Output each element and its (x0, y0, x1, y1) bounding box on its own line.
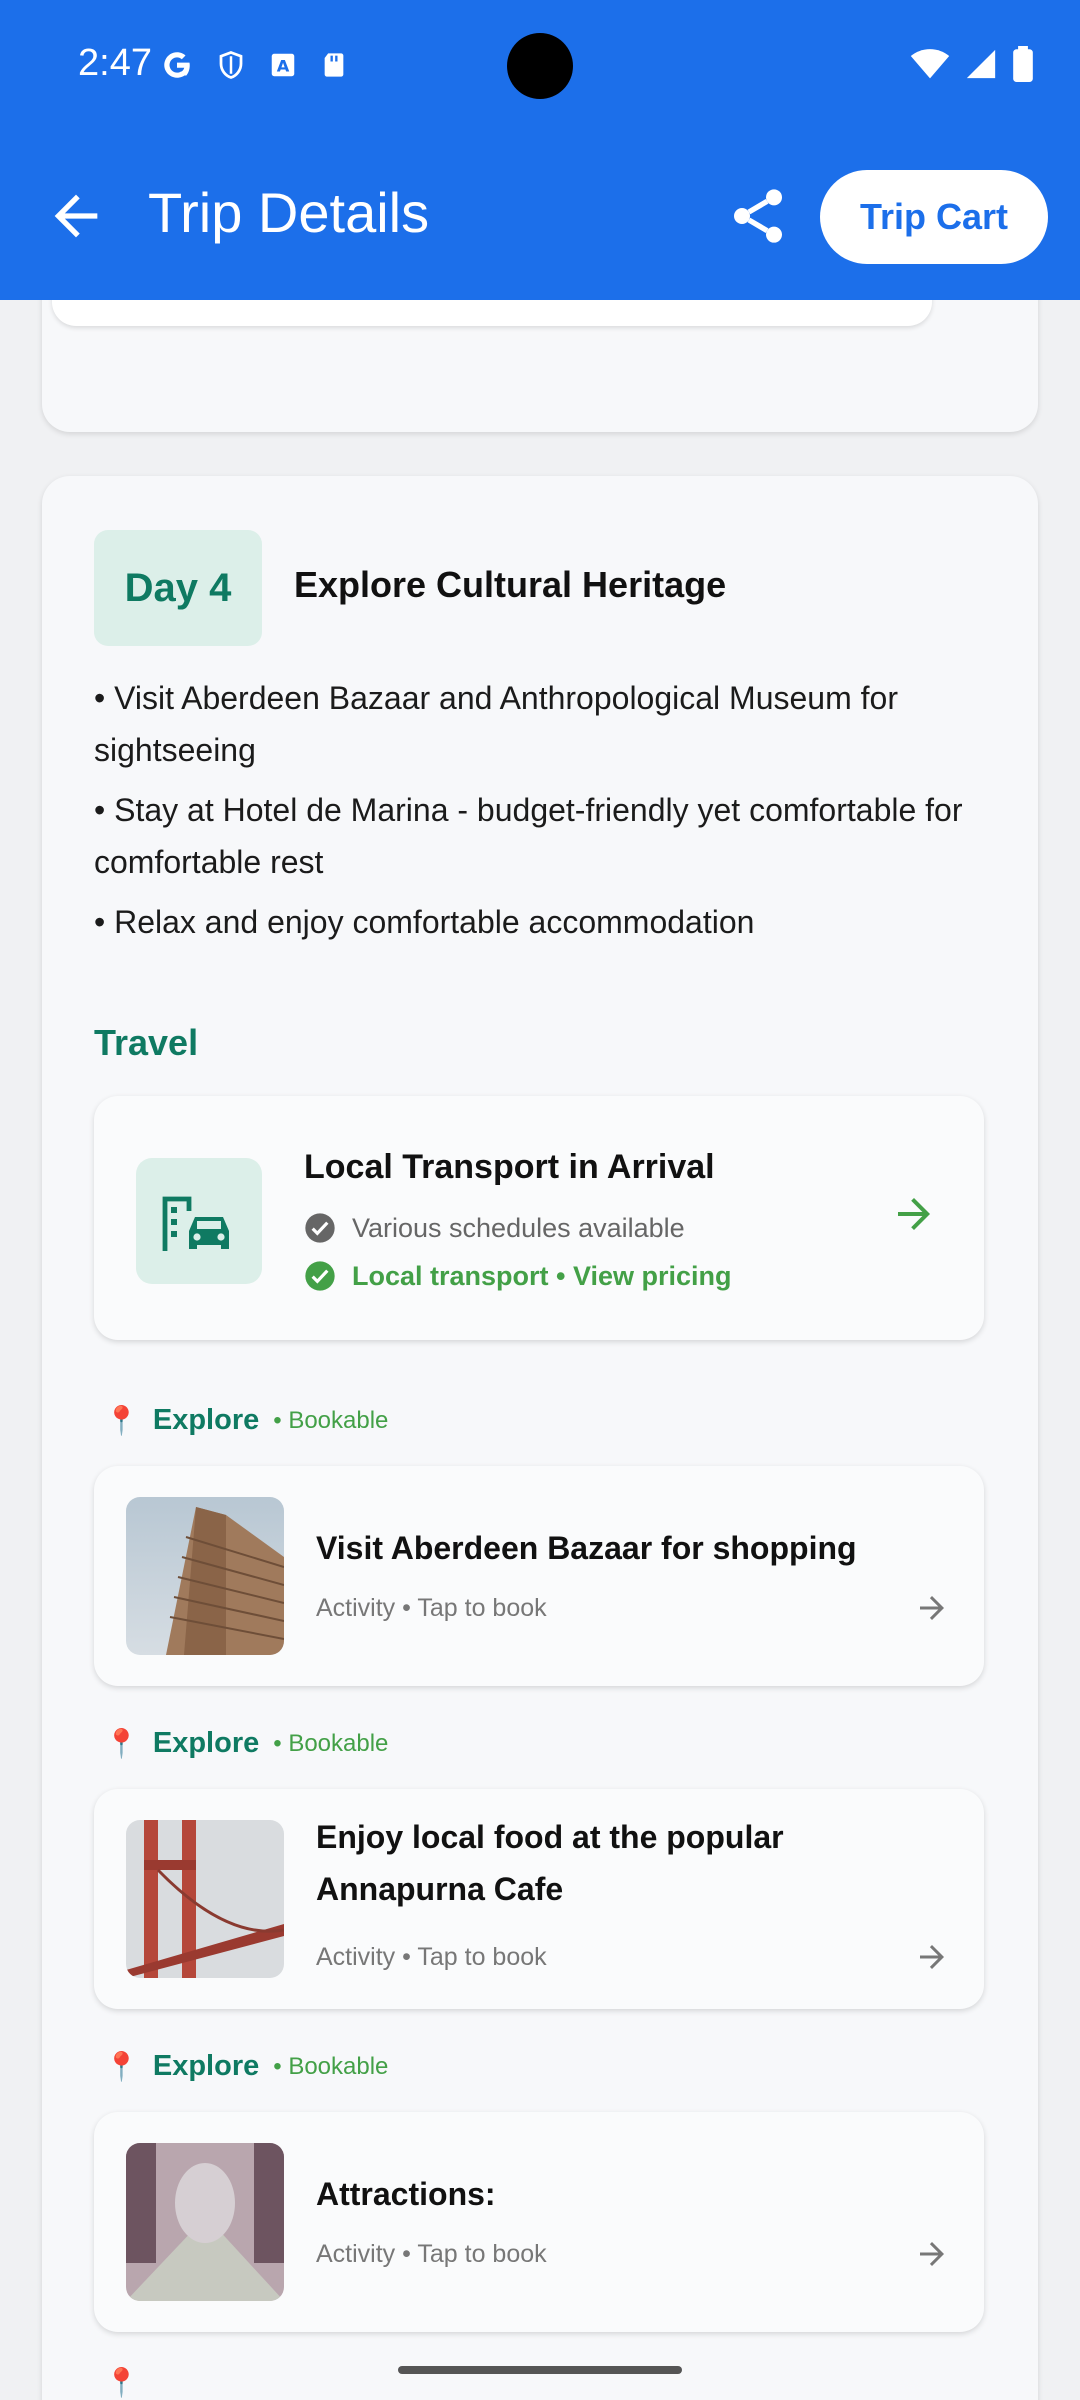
arrow-right-icon[interactable] (914, 1590, 950, 1626)
transport-icon (162, 1196, 229, 1251)
day-badge: Day 4 (94, 530, 262, 646)
bookable-text: • Bookable (273, 2052, 389, 2080)
activity-title: Enjoy local food at the popular Annapurn… (316, 1819, 784, 1907)
explore-label: 📍 Explore • Bookable (104, 2050, 388, 2083)
bullet-item: • Visit Aberdeen Bazaar and Anthropologi… (94, 680, 898, 768)
activity-card[interactable]: Visit Aberdeen Bazaar for shopping Activ… (94, 1466, 984, 1686)
activity-thumbnail (126, 1497, 284, 1655)
sd-card-icon (324, 53, 344, 77)
activity-thumbnail (126, 2143, 284, 2301)
explore-label: 📍 Explore • Bookable (104, 1727, 388, 1760)
explore-label-partial: 📍 (104, 2366, 139, 2399)
bookable-text: • Bookable (273, 1406, 389, 1434)
travel-heading: Travel (94, 1022, 199, 1063)
transport-title: Local Transport in Arrival (304, 1148, 715, 1186)
back-arrow-icon[interactable] (44, 184, 108, 248)
app-bar: Trip Details Trip Cart (0, 132, 1080, 300)
battery-icon (1013, 46, 1033, 82)
signal-icon (966, 49, 996, 79)
pin-icon: 📍 (104, 1405, 139, 1436)
camera-cutout (507, 33, 573, 99)
arrow-right-icon[interactable] (914, 2236, 950, 2272)
share-icon[interactable] (726, 184, 790, 248)
explore-text: Explore (152, 2050, 260, 2082)
explore-label: 📍 Explore • Bookable (104, 1404, 388, 1437)
shield-icon (219, 51, 243, 79)
home-indicator[interactable] (398, 2366, 682, 2374)
check-icon (305, 1213, 335, 1243)
previous-item-card[interactable] (52, 300, 932, 326)
status-time: 2:47 (78, 42, 152, 84)
pin-icon: 📍 (104, 1728, 139, 1759)
activity-card[interactable]: Attractions: Activity • Tap to book (94, 2112, 984, 2332)
status-notification-icons: A (160, 48, 348, 82)
bullet-item: • Stay at Hotel de Marina - budget-frien… (94, 792, 963, 880)
activity-thumbnail (126, 1820, 284, 1978)
status-bar: 2:47 A (0, 0, 1080, 132)
day-bullets: • Visit Aberdeen Bazaar and Anthropologi… (94, 672, 1014, 956)
transport-pricing[interactable]: Local transport • View pricing (304, 1260, 732, 1292)
pin-icon: 📍 (104, 2367, 139, 2398)
schedule-text: Various schedules available (352, 1212, 685, 1243)
activity-title: Attractions: (316, 2176, 496, 2212)
svg-text:A: A (277, 56, 290, 75)
google-icon (164, 52, 190, 78)
trip-content[interactable]: Day 4 Explore Cultural Heritage • Visit … (0, 300, 1080, 2400)
transport-icon-box (136, 1158, 262, 1284)
pin-icon: 📍 (104, 2051, 139, 2082)
transport-schedule: Various schedules available (304, 1212, 685, 1244)
page-title: Trip Details (148, 181, 430, 244)
font-icon: A (271, 53, 295, 77)
wifi-icon (910, 49, 950, 79)
activity-subtitle: Activity • Tap to book (316, 1943, 547, 1971)
day-card: Day 4 Explore Cultural Heritage • Visit … (42, 476, 1038, 2400)
arrow-right-icon[interactable] (914, 1939, 950, 1975)
check-icon (305, 1261, 335, 1291)
activity-subtitle: Activity • Tap to book (316, 1594, 547, 1622)
activity-title: Visit Aberdeen Bazaar for shopping (316, 1530, 857, 1566)
pricing-text: Local transport • View pricing (352, 1260, 732, 1291)
activity-card[interactable]: Enjoy local food at the popular Annapurn… (94, 1789, 984, 2009)
day-title: Explore Cultural Heritage (294, 564, 727, 605)
system-icons (910, 46, 1034, 82)
trip-cart-button[interactable]: Trip Cart (820, 170, 1048, 264)
activity-subtitle: Activity • Tap to book (316, 2240, 547, 2268)
bullet-item: • Relax and enjoy comfortable accommodat… (94, 904, 755, 940)
explore-text: Explore (152, 1404, 260, 1436)
arrow-right-icon[interactable] (890, 1190, 938, 1238)
explore-text: Explore (152, 1727, 260, 1759)
transport-card[interactable]: Local Transport in Arrival Various sched… (94, 1096, 984, 1340)
bookable-text: • Bookable (273, 1729, 389, 1757)
